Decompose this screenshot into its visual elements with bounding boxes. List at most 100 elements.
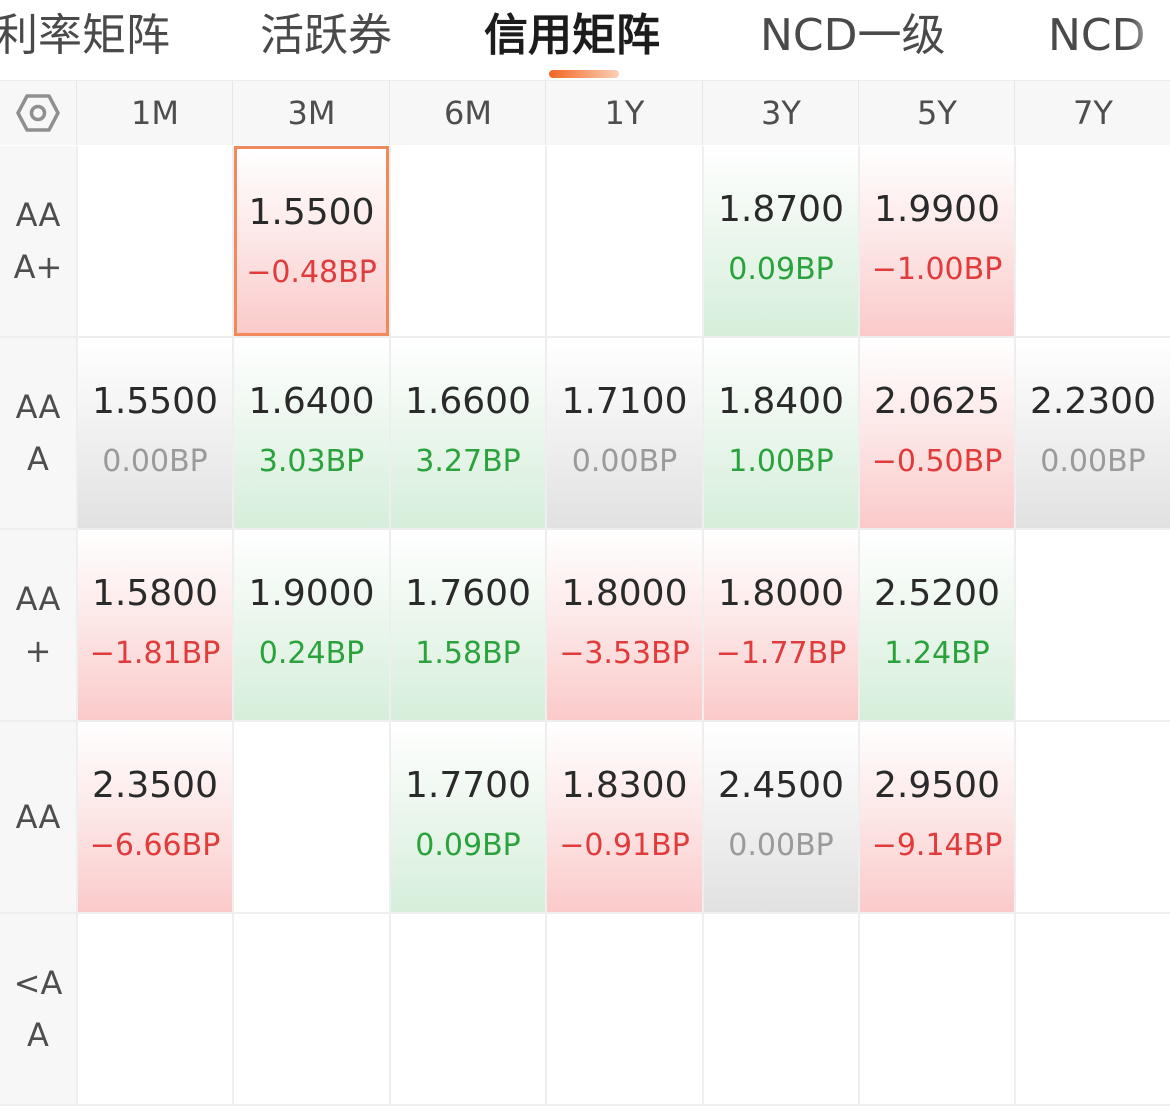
matrix-cell[interactable]: 1.8400 1.00BP: [704, 338, 858, 528]
row-label-3: AA: [0, 722, 76, 912]
column-divider: [545, 146, 547, 1104]
matrix-cell-empty[interactable]: [547, 146, 702, 336]
row-label-text: AA: [15, 798, 61, 836]
cell-yield-value: 2.2300: [1030, 381, 1156, 422]
matrix-cell-empty[interactable]: [391, 146, 545, 336]
matrix-cell[interactable]: 1.5500 0.00BP: [78, 338, 232, 528]
matrix-cell-empty[interactable]: [1016, 914, 1170, 1104]
tab-credit-matrix[interactable]: 信用矩阵: [484, 8, 660, 64]
tab-active-bonds[interactable]: 活跃券: [260, 8, 392, 64]
cell-yield-value: 1.6600: [405, 381, 531, 422]
row-label-2: AA+: [0, 530, 76, 720]
matrix-cell-empty[interactable]: [78, 146, 232, 336]
column-separator: [76, 81, 77, 145]
tab-bar: 利率矩阵 活跃券 信用矩阵 NCD一级 NCD: [0, 0, 1170, 80]
matrix-cell[interactable]: 2.2300 0.00BP: [1016, 338, 1170, 528]
cell-change-bp: 0.24BP: [258, 636, 365, 671]
matrix-cell[interactable]: 1.5500 −0.48BP: [234, 146, 389, 336]
row-label-0: AAA+: [0, 146, 76, 336]
matrix-cell[interactable]: 1.9900 −1.00BP: [860, 146, 1014, 336]
matrix-cell[interactable]: 1.7600 1.58BP: [391, 530, 545, 720]
cell-change-bp: 3.27BP: [415, 444, 521, 479]
matrix-cell-empty[interactable]: [1016, 530, 1170, 720]
matrix-cell[interactable]: 2.3500 −6.66BP: [78, 722, 232, 912]
matrix-cell[interactable]: 1.7100 0.00BP: [547, 338, 702, 528]
column-header-1m[interactable]: 1M: [78, 81, 232, 145]
column-divider: [232, 146, 234, 1104]
cell-change-bp: 1.00BP: [728, 444, 834, 479]
cell-yield-value: 2.3500: [92, 765, 218, 806]
cell-yield-value: 1.8400: [718, 381, 844, 422]
matrix-cell[interactable]: 1.8700 0.09BP: [704, 146, 858, 336]
cell-yield-value: 1.5800: [92, 573, 218, 614]
row-divider: [0, 1104, 1170, 1106]
cell-change-bp: −1.00BP: [871, 252, 1003, 287]
column-header-1y[interactable]: 1Y: [547, 81, 702, 145]
column-header-6m[interactable]: 6M: [391, 81, 545, 145]
matrix-cell-empty[interactable]: [704, 914, 858, 1104]
row-label-4: <AA: [0, 914, 76, 1104]
matrix-cell[interactable]: 2.9500 −9.14BP: [860, 722, 1014, 912]
cell-change-bp: 0.09BP: [728, 252, 834, 287]
row-label-text: AAA+: [13, 196, 63, 286]
matrix-cell-empty[interactable]: [391, 914, 545, 1104]
column-separator: [545, 81, 546, 145]
matrix-cell[interactable]: 2.4500 0.00BP: [704, 722, 858, 912]
column-separator: [1014, 81, 1015, 145]
matrix-cell-empty[interactable]: [1016, 722, 1170, 912]
cell-change-bp: 3.03BP: [258, 444, 365, 479]
column-header-5y[interactable]: 5Y: [860, 81, 1014, 145]
cell-change-bp: 0.00BP: [571, 444, 678, 479]
matrix-cell-empty[interactable]: [547, 914, 702, 1104]
matrix-cell[interactable]: 1.6400 3.03BP: [234, 338, 389, 528]
cell-yield-value: 2.5200: [874, 573, 1000, 614]
cell-yield-value: 1.5500: [248, 192, 375, 233]
cell-change-bp: 1.58BP: [415, 636, 521, 671]
matrix-cell[interactable]: 1.9000 0.24BP: [234, 530, 389, 720]
matrix-cell-empty[interactable]: [1016, 146, 1170, 336]
matrix-cell[interactable]: 1.8000 −3.53BP: [547, 530, 702, 720]
tab-rate-matrix[interactable]: 利率矩阵: [0, 8, 170, 64]
column-header-7y[interactable]: 7Y: [1016, 81, 1170, 145]
cell-change-bp: 0.00BP: [1040, 444, 1146, 479]
column-divider: [76, 146, 78, 1104]
matrix-cell[interactable]: 1.7700 0.09BP: [391, 722, 545, 912]
column-header-3y[interactable]: 3Y: [704, 81, 858, 145]
matrix-cell-empty[interactable]: [78, 914, 232, 1104]
matrix-cell[interactable]: 2.0625 −0.50BP: [860, 338, 1014, 528]
matrix-cell[interactable]: 1.8000 −1.77BP: [704, 530, 858, 720]
cell-yield-value: 2.9500: [874, 765, 1000, 806]
tab-ncd-primary[interactable]: NCD一级: [760, 8, 946, 64]
hexagon-settings-icon: [16, 94, 60, 132]
cell-yield-value: 1.7700: [405, 765, 531, 806]
matrix-cell-empty[interactable]: [234, 722, 389, 912]
matrix-cell[interactable]: 1.8300 −0.91BP: [547, 722, 702, 912]
cell-yield-value: 1.7600: [405, 573, 531, 614]
row-label-text: AA+: [15, 580, 61, 670]
row-label-1: AAA: [0, 338, 76, 528]
matrix-header-row: 1M 3M 6M 1Y 3Y 5Y 7Y: [0, 80, 1170, 145]
cell-yield-value: 2.0625: [874, 381, 1000, 422]
matrix-cell[interactable]: 1.5800 −1.81BP: [78, 530, 232, 720]
matrix-cell-empty[interactable]: [234, 914, 389, 1104]
cell-yield-value: 2.4500: [718, 765, 844, 806]
matrix-cell[interactable]: 1.6600 3.27BP: [391, 338, 545, 528]
cell-change-bp: 0.00BP: [728, 828, 834, 863]
cell-change-bp: −6.66BP: [89, 828, 221, 863]
cell-change-bp: −3.53BP: [559, 636, 690, 671]
cell-yield-value: 1.8000: [718, 573, 844, 614]
cell-change-bp: 0.00BP: [102, 444, 208, 479]
cell-change-bp: 0.09BP: [415, 828, 521, 863]
matrix-settings-button[interactable]: [0, 81, 76, 145]
column-header-3m[interactable]: 3M: [234, 81, 389, 145]
matrix-cell[interactable]: 2.5200 1.24BP: [860, 530, 1014, 720]
matrix-cell-empty[interactable]: [860, 914, 1014, 1104]
cell-change-bp: −1.81BP: [89, 636, 221, 671]
row-label-text: AAA: [15, 388, 61, 478]
row-label-text: <AA: [13, 964, 63, 1054]
cell-change-bp: −1.77BP: [715, 636, 847, 671]
cell-yield-value: 1.8700: [718, 189, 844, 230]
column-divider: [389, 146, 391, 1104]
cell-change-bp: −9.14BP: [871, 828, 1003, 863]
cell-change-bp: −0.91BP: [559, 828, 690, 863]
